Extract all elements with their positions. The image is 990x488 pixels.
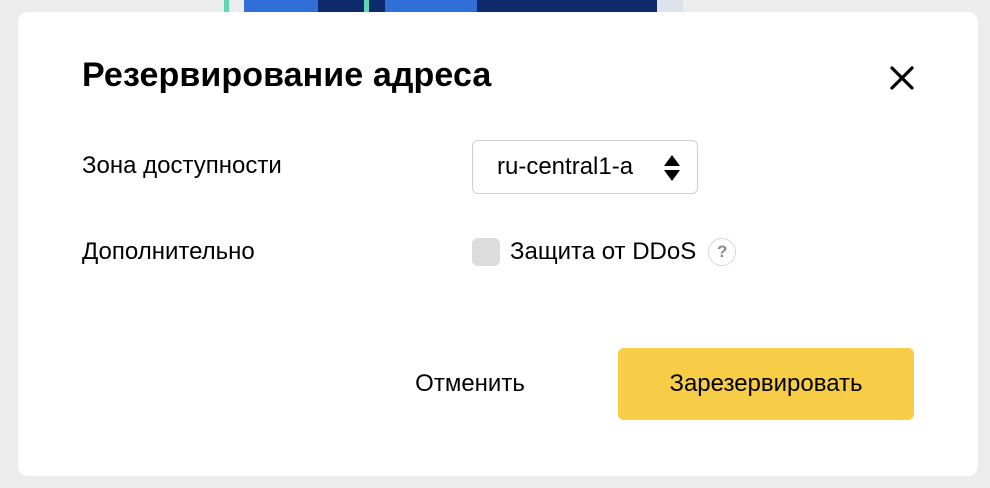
ddos-checkbox-label[interactable]: Защита от DDoS — [510, 238, 696, 266]
zone-select-value: ru-central1-a — [497, 153, 634, 180]
question-icon[interactable]: ? — [708, 238, 737, 266]
ddos-option: Защита от DDoS ? — [472, 236, 737, 268]
reserve-address-dialog: Резервирование адреса Зона доступности r… — [18, 12, 978, 476]
zone-select[interactable]: ru-central1-a — [472, 140, 698, 194]
extra-label: Дополнительно — [82, 238, 255, 265]
ddos-checkbox[interactable] — [472, 238, 500, 266]
dialog-title: Резервирование адреса — [82, 56, 492, 94]
cancel-button[interactable]: Отменить — [380, 348, 560, 420]
select-arrows-icon — [664, 155, 680, 181]
close-button[interactable] — [884, 60, 920, 96]
zone-label: Зона доступности — [82, 152, 282, 179]
reserve-button[interactable]: Зарезервировать — [618, 348, 914, 420]
close-icon — [890, 66, 914, 90]
